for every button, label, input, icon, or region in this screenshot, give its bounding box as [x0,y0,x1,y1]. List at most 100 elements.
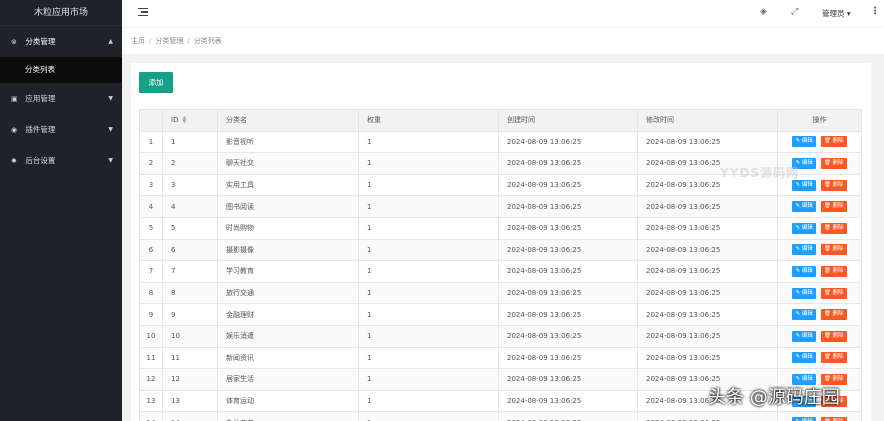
edit-button[interactable]: ✎ 编辑 [792,244,816,256]
table-row: 8 8 旅行交通 1 2024-08-09 13:06:25 2024-08-09 13:… [139,281,862,305]
delete-button[interactable]: 🗑 删除 [820,179,847,191]
row-index: 10 [139,324,163,348]
cell-created: 2024-08-09 13:06:25 [498,152,638,175]
cell-modified: 2024-08-09 13:06:25 [637,346,778,370]
content-card: 添加 ID ▲ ▼ 分类名 权重 创建时间 修改时间 操作 1 1 影音视听 1 2024-… [131,63,871,421]
cell-name: 图书阅读 [217,195,359,218]
row-index: 13 [139,389,163,413]
cell-created: 2024-08-09 13:06:25 [498,195,638,218]
cell-name: 娱乐消遣 [217,324,359,348]
fullscreen-icon[interactable]: ⤢ [791,7,798,17]
cell-ops: ✎ 编辑 🗑 删除 [777,195,862,218]
more-icon[interactable]: ⋮ [870,6,880,17]
sidebar-subitem-category-list[interactable]: 分类列表 [0,57,122,83]
breadcrumb-section[interactable]: 分类管理 [155,37,183,45]
cell-created: 2024-08-09 13:06:25 [498,324,638,348]
edit-button[interactable]: ✎ 编辑 [792,136,816,148]
table-row: 5 5 时尚购物 1 2024-08-09 13:06:25 2024-08-09 13:… [139,216,862,240]
cell-created: 2024-08-09 13:06:25 [498,411,638,421]
cell-created: 2024-08-09 13:06:25 [498,238,638,262]
row-index: 6 [139,238,163,262]
cell-name: 实用工具 [217,173,359,197]
breadcrumb-home[interactable]: 主页 [131,37,145,45]
cell-created: 2024-08-09 13:06:25 [498,216,638,240]
delete-button[interactable]: 🗑 删除 [820,157,847,169]
cell-created: 2024-08-09 13:06:25 [498,389,638,413]
edit-button[interactable]: ✎ 编辑 [792,309,816,321]
gear-circle-icon: ⊗ [11,38,17,46]
row-index: 14 [139,411,163,421]
top-header: ◈ ⤢ 管理员 ▾ ⋮ [122,0,884,28]
table-row: 9 9 金融理财 1 2024-08-09 13:06:25 2024-08-09 13:… [139,303,862,326]
cell-ops: ✎ 编辑 🗑 删除 [777,260,862,283]
cell-modified: 2024-08-09 13:06:25 [637,411,778,421]
cell-modified: 2024-08-09 13:06:25 [637,260,778,283]
col-name: 分类名 [217,109,359,132]
edit-button[interactable]: ✎ 编辑 [792,287,816,299]
row-index: 7 [139,260,163,283]
sidebar-item-plugins[interactable]: ◉ 插件管理 ▼ [0,114,122,145]
row-index: 4 [139,195,163,218]
delete-button[interactable]: 🗑 删除 [820,330,847,342]
cell-modified: 2024-08-09 13:06:25 [637,281,778,305]
sort-icon[interactable]: ▲ ▼ [182,116,186,125]
edit-button[interactable]: ✎ 编辑 [792,417,816,421]
cell-ops: ✎ 编辑 🗑 删除 [777,346,862,370]
cell-ops: ✎ 编辑 🗑 删除 [777,324,862,348]
delete-button[interactable]: 🗑 删除 [820,265,847,277]
delete-button[interactable]: 🗑 删除 [820,417,847,421]
sidebar-item-label: 后台设置 [25,156,56,165]
edit-button[interactable]: ✎ 编辑 [792,222,816,234]
cell-modified: 2024-08-09 13:06:25 [637,216,778,240]
edit-button[interactable]: ✎ 编辑 [792,330,816,342]
edit-button[interactable]: ✎ 编辑 [792,352,816,364]
cell-modified: 2024-08-09 13:06:25 [637,303,778,326]
delete-button[interactable]: 🗑 删除 [820,201,847,213]
admin-menu[interactable]: 管理员 ▾ [822,8,851,19]
tag-icon[interactable]: ◈ [760,7,767,17]
delete-button[interactable]: 🗑 删除 [820,222,847,234]
cell-created: 2024-08-09 13:06:25 [498,346,638,370]
cell-weight: 1 [358,130,499,154]
col-ops: 操作 [777,109,862,132]
cell-weight: 1 [358,303,499,326]
cell-id: 3 [162,173,218,197]
cell-id: 8 [162,281,218,305]
delete-button[interactable]: 🗑 删除 [820,352,847,364]
menu-toggle-icon[interactable] [138,8,148,18]
row-index: 5 [139,216,163,240]
cell-created: 2024-08-09 13:06:25 [498,368,638,391]
delete-button[interactable]: 🗑 删除 [820,287,847,299]
table-row: 11 11 新闻资讯 1 2024-08-09 13:06:25 2024-08-09 1… [139,346,862,370]
app-logo[interactable]: 木粒应用市场 [0,0,122,26]
col-weight: 权重 [358,109,499,132]
row-index: 11 [139,346,163,370]
add-button[interactable]: 添加 [139,72,173,93]
cell-weight: 1 [358,173,499,197]
sidebar-item-category[interactable]: ⊗ 分类管理 ▲ [0,26,122,57]
cell-id: 2 [162,152,218,175]
cell-id: 5 [162,216,218,240]
edit-button[interactable]: ✎ 编辑 [792,265,816,277]
delete-button[interactable]: 🗑 删除 [820,309,847,321]
row-index: 3 [139,173,163,197]
watermark-site: YYDS源码网 [720,166,799,180]
cell-id: 13 [162,389,218,413]
edit-button[interactable]: ✎ 编辑 [792,201,816,213]
cell-id: 4 [162,195,218,218]
sidebar-item-label: 分类管理 [25,37,56,46]
cell-name: 旅行交通 [217,281,359,305]
sidebar-item-apps[interactable]: ▣ 应用管理 ▼ [0,83,122,114]
col-id[interactable]: ID ▲ ▼ [162,109,218,132]
sidebar-item-settings[interactable]: ✸ 后台设置 ▼ [0,145,122,176]
delete-button[interactable]: 🗑 删除 [820,136,847,148]
col-index [139,109,163,132]
cell-weight: 1 [358,216,499,240]
edit-button[interactable]: ✎ 编辑 [792,179,816,191]
cell-ops: ✎ 编辑 🗑 删除 [777,281,862,305]
table-header-row: ID ▲ ▼ 分类名 权重 创建时间 修改时间 操作 [139,109,862,132]
cell-id: 7 [162,260,218,283]
cell-modified: 2024-08-09 13:06:25 [637,324,778,348]
delete-button[interactable]: 🗑 删除 [820,244,847,256]
cell-weight: 1 [358,368,499,391]
